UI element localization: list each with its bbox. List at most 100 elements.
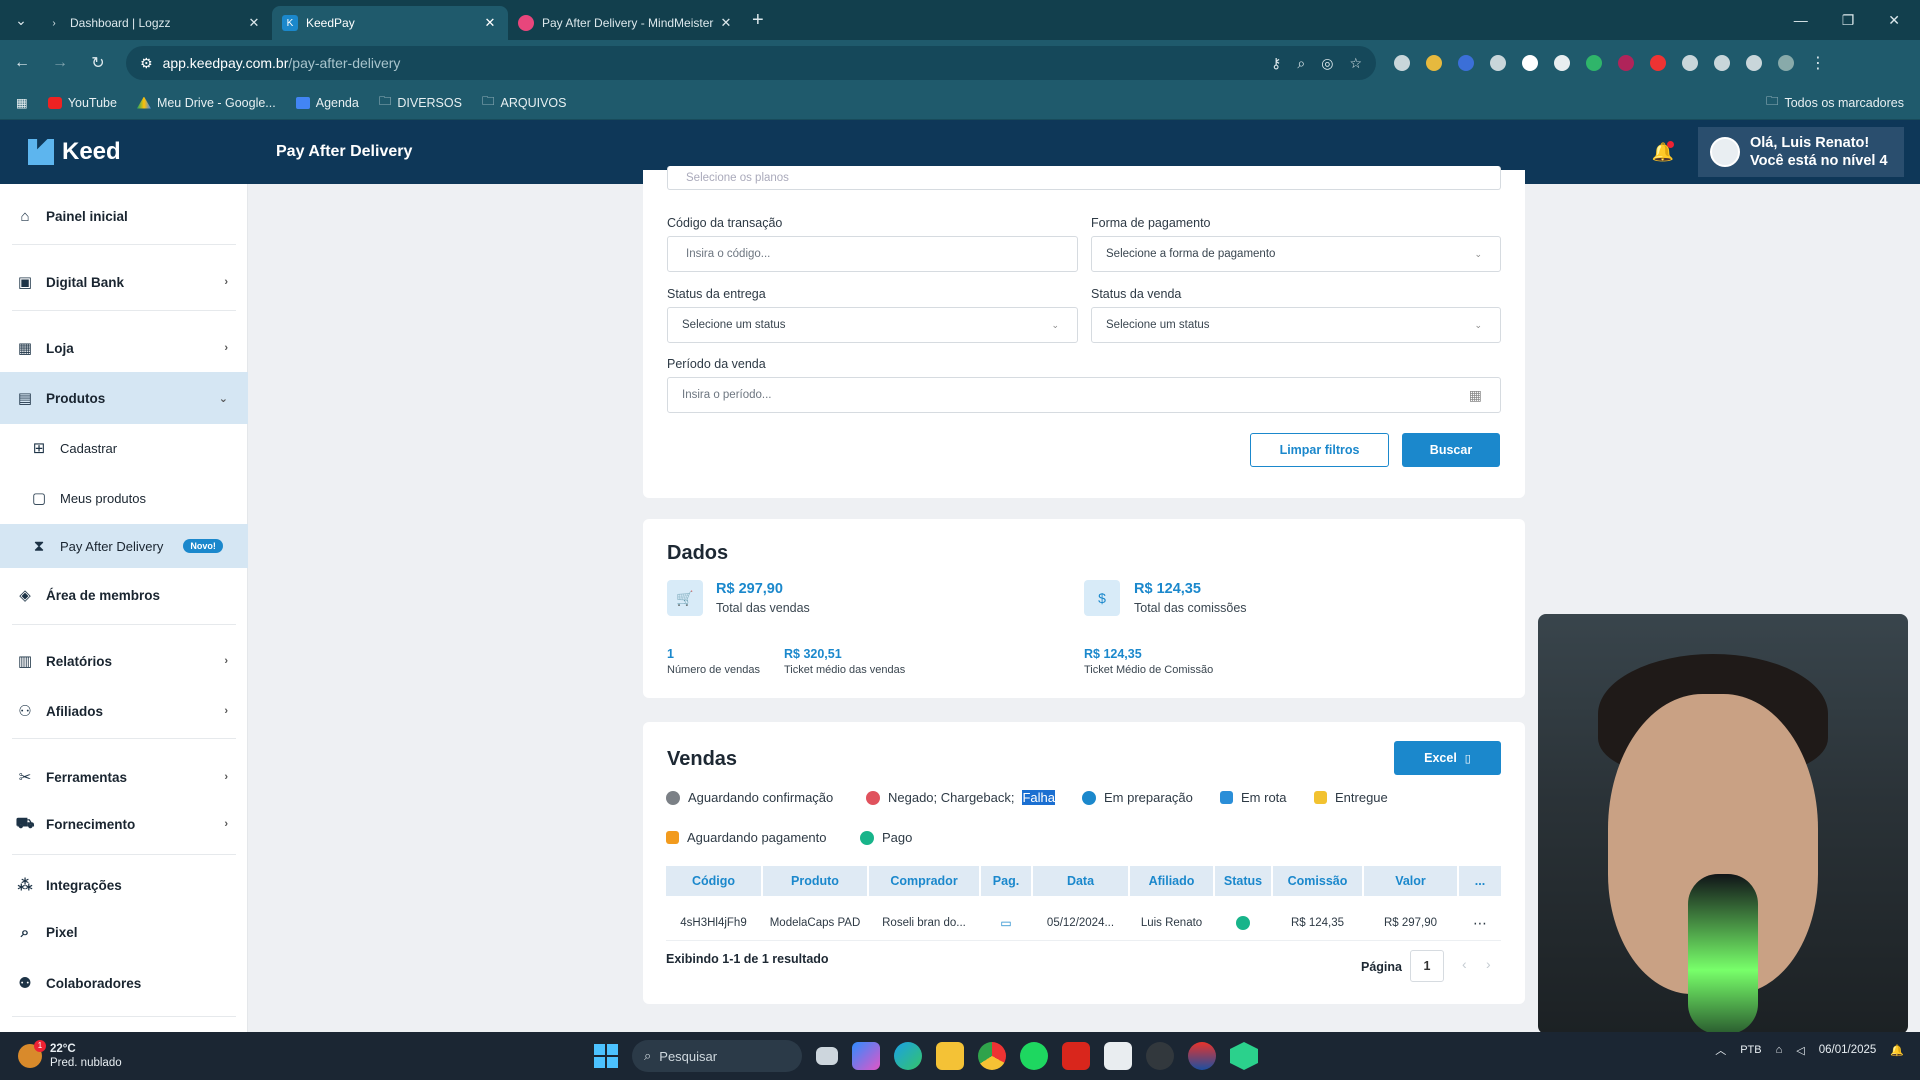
- period-input[interactable]: Insira o período... ▦: [667, 377, 1501, 413]
- extension-icon[interactable]: [1650, 55, 1666, 71]
- sidebar-item-meus-produtos[interactable]: ▢ Meus produtos: [0, 476, 248, 520]
- calculator-icon[interactable]: [1104, 1042, 1132, 1070]
- extensions-puzzle-icon[interactable]: [1746, 55, 1762, 71]
- task-view-icon[interactable]: [816, 1047, 838, 1065]
- col-comprador[interactable]: Comprador: [869, 866, 979, 896]
- sidebar-item-loja[interactable]: ▦ Loja ›: [0, 326, 248, 370]
- sale-status-select[interactable]: Selecione um status ⌄: [1091, 307, 1501, 343]
- sidebar-item-colaboradores[interactable]: ⚉ Colaboradores: [0, 961, 248, 1005]
- extension-icon[interactable]: [1682, 55, 1698, 71]
- tab-mindmeister[interactable]: Pay After Delivery - MindMeister ✕: [508, 6, 744, 40]
- sidebar-item-ferramentas[interactable]: ✂ Ferramentas ›: [0, 755, 248, 799]
- tab-list-button[interactable]: ⌄: [6, 6, 36, 34]
- reload-icon[interactable]: ↻: [88, 53, 108, 73]
- col-data[interactable]: Data: [1033, 866, 1128, 896]
- clock[interactable]: 06/01/2025: [1819, 1043, 1877, 1058]
- tray-chevron-icon[interactable]: ︿: [1715, 1042, 1726, 1058]
- sidebar-item-pixel[interactable]: ⌕ Pixel: [0, 910, 248, 954]
- bookmark-agenda[interactable]: Agenda: [295, 96, 359, 110]
- extension-icon[interactable]: [1586, 55, 1602, 71]
- col-produto[interactable]: Produto: [763, 866, 867, 896]
- user-menu[interactable]: Olá, Luis Renato! Você está no nível 4: [1698, 127, 1904, 177]
- extension-icon[interactable]: [1490, 55, 1506, 71]
- page-number-input[interactable]: 1: [1410, 950, 1444, 982]
- sidebar-item-cadastrar[interactable]: ⊞ Cadastrar: [0, 426, 248, 470]
- notification-bell-icon[interactable]: 🔔: [1652, 141, 1674, 163]
- eye-off-icon[interactable]: ◎: [1321, 55, 1333, 72]
- edge-icon[interactable]: [894, 1042, 922, 1070]
- plans-select[interactable]: Selecione os planos: [667, 166, 1501, 190]
- file-explorer-icon[interactable]: [936, 1042, 964, 1070]
- zoom-icon[interactable]: ⌕: [1297, 55, 1305, 72]
- prev-page-icon[interactable]: ‹: [1462, 956, 1467, 972]
- sidebar-item-relatorios[interactable]: ▥ Relatórios ›: [0, 639, 248, 683]
- app-icon[interactable]: [1188, 1042, 1216, 1070]
- language-indicator[interactable]: PTB: [1740, 1044, 1761, 1056]
- col-comissao[interactable]: Comissão: [1273, 866, 1362, 896]
- windows-start-icon[interactable]: [594, 1044, 618, 1068]
- col-codigo[interactable]: Código: [666, 866, 761, 896]
- close-window-icon[interactable]: ✕: [1888, 12, 1900, 29]
- sidebar-item-fornecimento[interactable]: ⛟ Fornecimento ›: [0, 802, 248, 846]
- notifications-icon[interactable]: 🔔: [1890, 1044, 1904, 1057]
- forward-icon[interactable]: →: [50, 54, 70, 72]
- sidebar-item-integracoes[interactable]: ⁂ Integrações: [0, 863, 248, 907]
- bookmark-diversos[interactable]: 🗀 DIVERSOS: [379, 92, 462, 113]
- sidebar-item-afiliados[interactable]: ⚇ Afiliados ›: [0, 689, 248, 733]
- sidebar-item-pay-after-delivery[interactable]: ⧗ Pay After Delivery Novo!: [0, 524, 248, 568]
- close-icon[interactable]: ✕: [482, 15, 498, 31]
- col-status[interactable]: Status: [1215, 866, 1271, 896]
- bookmark-drive[interactable]: Meu Drive - Google...: [136, 96, 276, 110]
- delivery-status-select[interactable]: Selecione um status ⌄: [667, 307, 1078, 343]
- extension-icon[interactable]: [1458, 55, 1474, 71]
- volume-icon[interactable]: ◁: [1796, 1044, 1804, 1057]
- extension-icon[interactable]: [1618, 55, 1634, 71]
- menu-kebab-icon[interactable]: ⋮: [1810, 53, 1826, 73]
- all-bookmarks[interactable]: 🗀 Todos os marcadores: [1766, 92, 1904, 113]
- clear-filters-button[interactable]: Limpar filtros: [1250, 433, 1389, 467]
- taskbar-search[interactable]: ⌕ Pesquisar: [632, 1040, 802, 1072]
- chrome-icon[interactable]: [978, 1042, 1006, 1070]
- spotify-icon[interactable]: [1020, 1042, 1048, 1070]
- excel-button[interactable]: Excel ▯: [1394, 741, 1501, 775]
- network-icon[interactable]: ⌂: [1776, 1044, 1783, 1056]
- acrobat-icon[interactable]: [1062, 1042, 1090, 1070]
- extension-icon[interactable]: [1714, 55, 1730, 71]
- sidebar-item-painel[interactable]: ⌂ Painel inicial: [0, 194, 248, 238]
- keed-logo[interactable]: Keed: [0, 120, 248, 184]
- apps-grid-icon[interactable]: ▦: [16, 95, 28, 110]
- app-icon[interactable]: [1230, 1042, 1258, 1070]
- minimize-icon[interactable]: —: [1794, 12, 1808, 29]
- next-page-icon[interactable]: ›: [1486, 956, 1491, 972]
- cell-codigo[interactable]: 4sH3Hl4jFh9: [666, 906, 761, 940]
- transaction-code-input[interactable]: Insira o código...: [667, 236, 1078, 272]
- restore-icon[interactable]: ❐: [1842, 12, 1855, 29]
- obs-icon[interactable]: [1146, 1042, 1174, 1070]
- weather-widget[interactable]: 1 22°C Pred. nublado: [0, 1040, 300, 1070]
- back-icon[interactable]: ←: [12, 54, 32, 72]
- close-icon[interactable]: ✕: [246, 15, 262, 31]
- extension-icon[interactable]: [1426, 55, 1442, 71]
- tab-logzz[interactable]: › Dashboard | Logzz ✕: [36, 6, 272, 40]
- extension-icon[interactable]: [1394, 55, 1410, 71]
- new-tab-button[interactable]: +: [752, 9, 764, 32]
- col-afiliado[interactable]: Afiliado: [1130, 866, 1213, 896]
- calendar-icon[interactable]: ▦: [1469, 387, 1482, 404]
- tab-keedpay[interactable]: K KeedPay ✕: [272, 6, 508, 40]
- sidebar-item-area-membros[interactable]: ◈ Área de membros: [0, 573, 248, 617]
- row-actions-icon[interactable]: ⋯: [1459, 906, 1501, 940]
- url-bar[interactable]: ⚙ app.keedpay.com.br/pay-after-delivery …: [126, 46, 1376, 80]
- site-info-icon[interactable]: ⚙: [140, 55, 153, 72]
- col-valor[interactable]: Valor: [1364, 866, 1457, 896]
- payment-method-select[interactable]: Selecione a forma de pagamento ⌄: [1091, 236, 1501, 272]
- sidebar-item-digital-bank[interactable]: ▣ Digital Bank ›: [0, 260, 248, 304]
- close-icon[interactable]: ✕: [718, 15, 734, 31]
- bookmark-arquivos[interactable]: 🗀 ARQUIVOS: [482, 92, 567, 113]
- col-pag[interactable]: Pag.: [981, 866, 1031, 896]
- copilot-icon[interactable]: [852, 1042, 880, 1070]
- profile-avatar-icon[interactable]: [1778, 55, 1794, 71]
- extension-icon[interactable]: [1522, 55, 1538, 71]
- bookmark-star-icon[interactable]: ☆: [1349, 55, 1362, 72]
- bookmark-youtube[interactable]: YouTube: [47, 96, 117, 110]
- sidebar-item-produtos[interactable]: ▤ Produtos ⌄: [0, 372, 248, 424]
